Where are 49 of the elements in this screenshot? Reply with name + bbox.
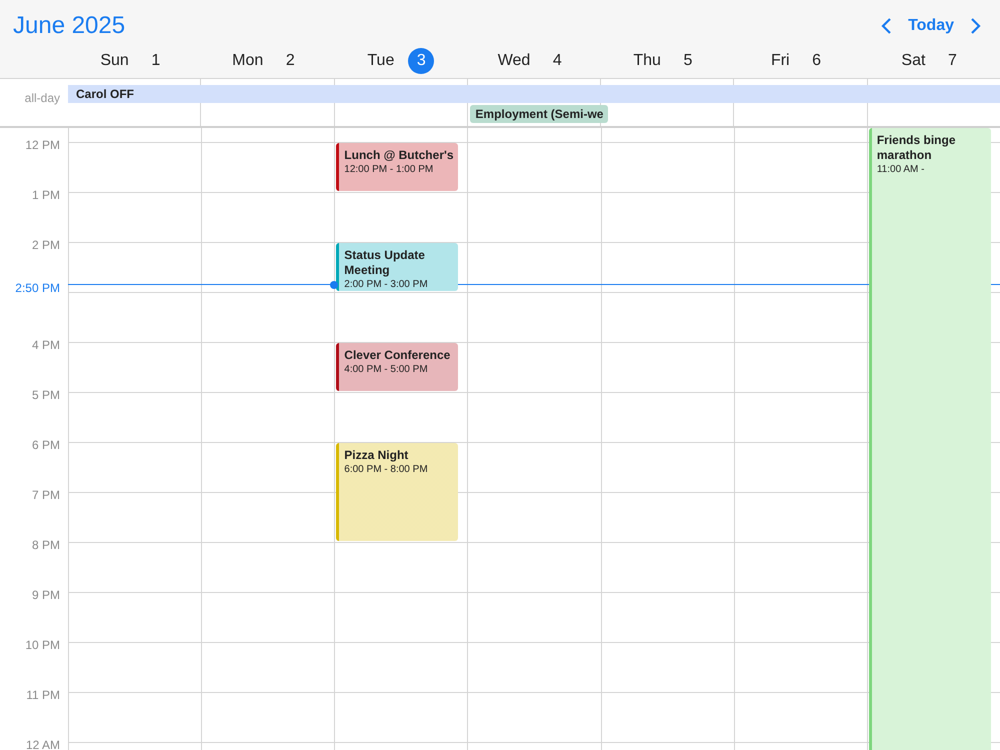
event-card[interactable]: Clever Conference 4:00 PM - 5:00 PM <box>336 343 458 391</box>
current-time-label: 2:50 PM <box>15 281 60 295</box>
date-label: 3 <box>408 48 434 74</box>
chevron-left-icon <box>880 17 892 35</box>
event-title: Friends binge marathon <box>876 133 957 163</box>
event-time: 2:00 PM - 3:00 PM <box>344 278 429 292</box>
event-card[interactable]: Friends binge marathon 11:00 AM - <box>868 128 991 750</box>
month-title: June 2025 <box>13 11 126 41</box>
hour-label: 12 AM <box>26 737 60 750</box>
hour-label: 11 PM <box>26 687 60 704</box>
date-label: 4 <box>552 51 563 71</box>
weekday-label: Wed <box>498 51 530 71</box>
hour-label: 1 PM <box>32 187 60 204</box>
date-label: 7 <box>946 51 958 71</box>
hour-label: 12 PM <box>25 137 60 154</box>
hour-label: 6 PM <box>32 437 60 454</box>
event-title: Clever Conference <box>344 348 452 363</box>
event-time: 12:00 PM - 1:00 PM <box>344 163 434 177</box>
event-time: 4:00 PM - 5:00 PM <box>344 363 429 377</box>
today-button[interactable]: Today <box>908 14 954 38</box>
event-title: Pizza Night <box>344 448 410 463</box>
hour-label: 5 PM <box>32 387 60 404</box>
event-time: 6:00 PM - 8:00 PM <box>344 463 429 477</box>
hour-label: 7 PM <box>32 487 60 504</box>
weekday-label: Sun <box>100 51 129 71</box>
date-label: 5 <box>682 51 694 71</box>
date-label: 1 <box>150 51 162 71</box>
weekday-label: Fri <box>770 51 790 71</box>
event-title: Status Update Meeting <box>344 248 426 278</box>
hour-label: 9 PM <box>32 587 60 604</box>
event-card[interactable]: Pizza Night 6:00 PM - 8:00 PM <box>336 443 458 541</box>
date-label: 2 <box>284 51 296 71</box>
weekday-label: Tue <box>367 51 394 71</box>
all-day-label: all-day <box>24 91 60 105</box>
weekday-label: Thu <box>633 51 661 71</box>
event-card[interactable]: Status Update Meeting 2:00 PM - 3:00 PM <box>336 243 458 291</box>
hour-label: 4 PM <box>32 337 60 354</box>
weekday-label: Mon <box>232 51 264 71</box>
hour-label: 8 PM <box>32 537 60 554</box>
chevron-right-icon <box>970 17 982 35</box>
date-label: 6 <box>811 51 822 71</box>
hour-label: 10 PM <box>25 637 60 654</box>
hour-label: 2 PM <box>32 237 60 254</box>
event-time: 11:00 AM - <box>876 163 926 177</box>
event-card[interactable]: Lunch @ Butcher's 12:00 PM - 1:00 PM <box>336 143 458 191</box>
all-day-event[interactable]: Carol OFF <box>68 85 1000 103</box>
event-title: Lunch @ Butcher's <box>344 148 455 163</box>
weekday-label: Sat <box>901 51 926 71</box>
all-day-event[interactable]: Employment (Semi-we <box>470 105 608 123</box>
